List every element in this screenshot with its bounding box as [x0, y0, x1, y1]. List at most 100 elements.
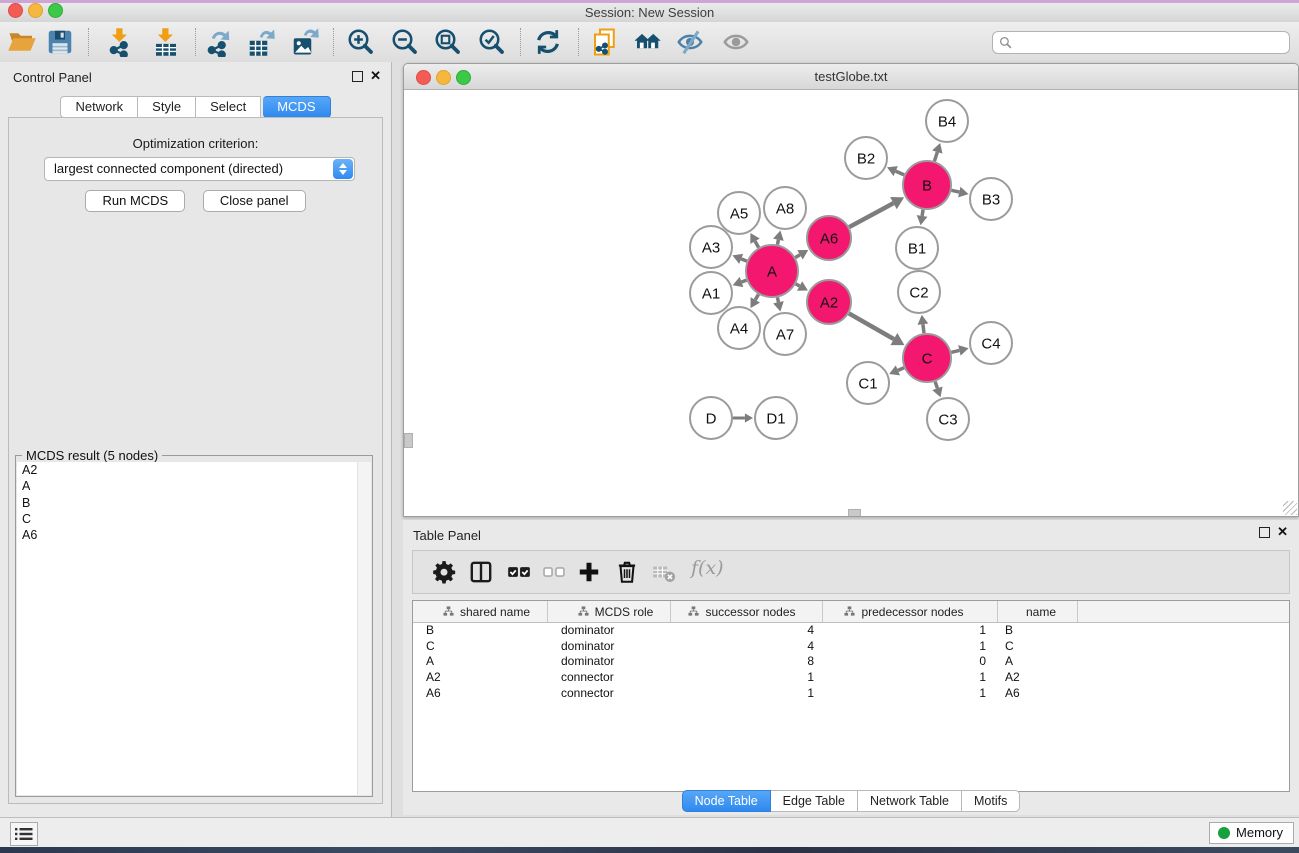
hide-details-icon[interactable] [675, 27, 705, 57]
network-edge-A-A6[interactable] [795, 250, 808, 259]
table-row[interactable]: A2connector11A2 [413, 670, 1289, 686]
network-node-A7[interactable]: A7 [764, 313, 806, 355]
network-node-A3[interactable]: A3 [690, 226, 732, 268]
network-node-B2[interactable]: B2 [845, 137, 887, 179]
network-node-D[interactable]: D [690, 397, 732, 439]
save-session-icon[interactable] [45, 27, 75, 57]
close-panel-icon[interactable]: ✕ [370, 68, 381, 84]
table-close-panel-icon[interactable]: ✕ [1277, 524, 1288, 540]
deselect-all-icon[interactable] [541, 559, 567, 585]
network-edge-B-B3[interactable] [951, 187, 968, 198]
tab-motifs[interactable]: Motifs [962, 790, 1020, 812]
network-edge-A6-B[interactable] [849, 197, 904, 227]
network-edge-B-B4[interactable] [932, 143, 942, 161]
float-panel-icon[interactable] [352, 71, 363, 82]
network-node-A1[interactable]: A1 [690, 272, 732, 314]
function-builder-icon[interactable]: f(x) [691, 557, 724, 579]
show-details-icon[interactable] [721, 27, 751, 57]
show-column-icon[interactable] [468, 559, 494, 585]
column-header-successor-nodes[interactable]: successor nodes [671, 601, 823, 622]
network-edge-C-C3[interactable] [932, 382, 942, 398]
refresh-layout-icon[interactable] [533, 27, 563, 57]
tab-mcds[interactable]: MCDS [263, 96, 330, 118]
network-node-C2[interactable]: C2 [898, 271, 940, 313]
network-node-C3[interactable]: C3 [927, 398, 969, 440]
tab-select[interactable]: Select [196, 96, 261, 118]
network-node-A[interactable]: A [746, 245, 798, 297]
network-node-C[interactable]: C [903, 334, 951, 382]
run-mcds-button[interactable]: Run MCDS [85, 190, 185, 212]
search-input[interactable] [1017, 33, 1281, 52]
tab-edge-table[interactable]: Edge Table [771, 790, 858, 812]
network-node-B4[interactable]: B4 [926, 100, 968, 142]
new-network-from-selection-icon[interactable] [590, 27, 620, 57]
result-scrollbar[interactable] [357, 462, 371, 795]
network-node-B1[interactable]: B1 [896, 227, 938, 269]
network-edge-A-A5[interactable] [750, 233, 759, 248]
tab-style[interactable]: Style [138, 96, 196, 118]
result-item[interactable]: C [17, 511, 371, 527]
network-node-C4[interactable]: C4 [970, 322, 1012, 364]
table-settings-icon[interactable] [431, 559, 457, 585]
result-item[interactable]: B [17, 495, 371, 511]
table-row[interactable]: Cdominator41C [413, 639, 1289, 655]
criterion-dropdown[interactable]: largest connected component (directed) [44, 157, 355, 181]
task-history-button[interactable] [10, 822, 38, 846]
network-edge-C-C2[interactable] [918, 315, 929, 333]
network-edge-A-A1[interactable] [733, 277, 747, 287]
delete-column-icon[interactable] [614, 559, 640, 585]
result-item[interactable]: A6 [17, 527, 371, 543]
result-item[interactable]: A2 [17, 462, 371, 478]
network-edge-A-A2[interactable] [796, 281, 808, 291]
network-node-D1[interactable]: D1 [755, 397, 797, 439]
network-edge-A-A4[interactable] [751, 294, 760, 308]
export-table-icon[interactable] [246, 27, 276, 57]
table-row[interactable]: Bdominator41B [413, 623, 1289, 639]
network-window-titlebar[interactable]: testGlobe.txt [404, 64, 1298, 90]
tab-network-table[interactable]: Network Table [858, 790, 962, 812]
network-edge-B-B1[interactable] [917, 210, 928, 226]
export-image-icon[interactable] [290, 27, 320, 57]
network-edge-A-A7[interactable] [773, 297, 784, 311]
network-edge-A-A3[interactable] [732, 254, 746, 264]
window-resize-grip[interactable] [1283, 501, 1297, 515]
tab-network[interactable]: Network [60, 96, 138, 118]
import-table-icon[interactable] [151, 27, 181, 57]
network-node-A2[interactable]: A2 [807, 280, 851, 324]
zoom-in-icon[interactable] [346, 27, 376, 57]
network-edge-A-A8[interactable] [773, 231, 784, 245]
result-item[interactable]: A [17, 478, 371, 494]
add-column-icon[interactable] [576, 559, 602, 585]
table-row[interactable]: A6connector11A6 [413, 686, 1289, 702]
network-edge-C-C1[interactable] [889, 365, 904, 375]
network-edge-D-D1[interactable] [733, 413, 753, 422]
vertical-scroll-thumb[interactable] [404, 433, 413, 448]
zoom-selected-icon[interactable] [477, 27, 507, 57]
first-neighbors-icon[interactable] [632, 27, 662, 57]
column-header-predecessor-nodes[interactable]: predecessor nodes [823, 601, 998, 622]
export-network-icon[interactable] [203, 27, 233, 57]
network-edge-A2-C[interactable] [849, 313, 904, 345]
delete-table-icon[interactable] [651, 559, 677, 585]
zoom-out-icon[interactable] [390, 27, 420, 57]
close-panel-button[interactable]: Close panel [203, 190, 306, 212]
tab-node-table[interactable]: Node Table [682, 790, 771, 812]
import-network-icon[interactable] [105, 27, 135, 57]
column-header-name[interactable]: name [998, 601, 1078, 622]
network-node-A8[interactable]: A8 [764, 187, 806, 229]
network-node-B3[interactable]: B3 [970, 178, 1012, 220]
network-canvas[interactable]: AA1A3A4A5A7A8A6A2BB1B2B3B4CC1C2C3C4DD1 [404, 90, 1298, 516]
network-edge-B-B2[interactable] [887, 166, 904, 176]
column-header-mcds-role[interactable]: MCDS role [548, 601, 671, 622]
column-header-shared-name[interactable]: shared name [413, 601, 548, 622]
horizontal-scroll-thumb[interactable] [848, 509, 861, 516]
select-all-check-icon[interactable] [506, 559, 532, 585]
zoom-fit-icon[interactable] [433, 27, 463, 57]
network-node-A4[interactable]: A4 [718, 307, 760, 349]
table-float-panel-icon[interactable] [1259, 527, 1270, 538]
network-node-B[interactable]: B [903, 161, 951, 209]
network-node-A6[interactable]: A6 [807, 216, 851, 260]
network-edge-C-C4[interactable] [951, 345, 968, 356]
network-node-C1[interactable]: C1 [847, 362, 889, 404]
open-folder-icon[interactable] [7, 27, 37, 57]
